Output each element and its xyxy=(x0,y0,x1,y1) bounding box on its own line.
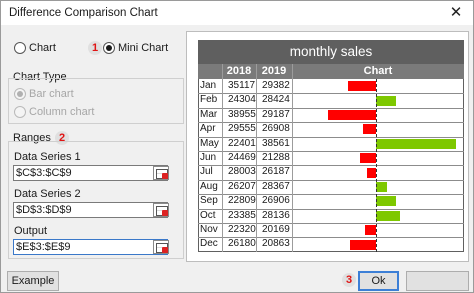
increase-bar xyxy=(376,210,400,221)
value-2018-cell: 38955 xyxy=(228,108,256,120)
output-label: Output xyxy=(14,225,48,237)
decrease-bar xyxy=(360,153,376,164)
value-2019-cell: 29187 xyxy=(262,108,290,120)
value-2018-cell: 22320 xyxy=(228,224,256,235)
value-2019-cell: 28424 xyxy=(262,94,290,106)
column-gridline xyxy=(256,64,257,252)
cancel-button[interactable] xyxy=(406,271,469,291)
ok-button[interactable]: Ok xyxy=(358,271,399,291)
value-2019-cell: 28136 xyxy=(262,209,290,221)
decrease-bar xyxy=(362,124,376,135)
difference-comparison-dialog: Difference Comparison Chart ✕ Chart 1 Mi… xyxy=(0,0,474,293)
decrease-bar xyxy=(347,81,376,92)
header-2018: 2018 xyxy=(222,64,256,79)
column-chart-radio[interactable] xyxy=(14,106,26,118)
value-2018-cell: 28003 xyxy=(228,166,256,178)
series2-input[interactable]: $D$3:$D$9 xyxy=(13,202,168,218)
column-chart-label: Column chart xyxy=(29,106,95,118)
increase-bar xyxy=(376,196,397,207)
header-chart: Chart xyxy=(292,64,464,79)
month-cell: May xyxy=(200,137,219,149)
month-cell: Mar xyxy=(200,108,218,120)
step-badge-1: 1 xyxy=(88,41,102,55)
value-2018-cell: 29555 xyxy=(228,123,256,135)
step-badge-3: 3 xyxy=(342,273,356,287)
value-2019-cell: 26908 xyxy=(262,123,290,135)
value-2018-cell: 23385 xyxy=(228,209,256,221)
month-cell: Oct xyxy=(200,209,216,221)
month-cell: Sep xyxy=(200,195,218,207)
increase-bar xyxy=(376,182,387,192)
value-2018-cell: 26180 xyxy=(228,238,256,250)
month-cell: Aug xyxy=(200,180,218,192)
value-2019-cell: 26187 xyxy=(262,166,290,178)
decrease-bar xyxy=(365,225,376,236)
month-cell: Jun xyxy=(200,152,217,163)
bar-chart-label: Bar chart xyxy=(29,88,74,100)
value-2019-cell: 26906 xyxy=(262,195,290,207)
window-title: Difference Comparison Chart xyxy=(9,7,158,19)
output-input[interactable]: $E$3:$E$9 xyxy=(13,239,168,255)
decrease-bar xyxy=(367,167,376,178)
decrease-bar xyxy=(327,110,376,120)
value-2019-cell: 20863 xyxy=(262,238,290,250)
value-2019-cell: 28367 xyxy=(262,180,290,192)
increase-bar xyxy=(376,95,397,106)
increase-bar xyxy=(376,138,456,149)
header-blank xyxy=(198,64,222,79)
title-bar: Difference Comparison Chart ✕ xyxy=(1,1,473,25)
value-2018-cell: 35117 xyxy=(228,80,256,91)
series1-input[interactable]: $C$3:$C$9 xyxy=(13,165,168,181)
range-picker-icon[interactable] xyxy=(153,240,169,254)
value-2019-cell: 29382 xyxy=(262,80,290,91)
example-button[interactable]: Example xyxy=(7,271,59,291)
value-2018-cell: 26207 xyxy=(228,180,256,192)
value-2018-cell: 22809 xyxy=(228,195,256,207)
value-2019-cell: 38561 xyxy=(262,137,290,149)
header-2019: 2019 xyxy=(256,64,292,79)
preview-sheet: monthly sales 2018 2019 Chart Jan 35117 29… xyxy=(198,40,464,252)
month-cell: Nov xyxy=(200,224,218,235)
value-2018-cell: 24304 xyxy=(228,94,256,106)
bar-chart-radio[interactable] xyxy=(14,88,26,100)
value-2019-cell: 20169 xyxy=(262,224,290,235)
column-gridline xyxy=(222,64,223,252)
month-cell: Feb xyxy=(200,94,218,106)
mini-chart-radio[interactable] xyxy=(103,42,115,54)
month-cell: Jan xyxy=(200,80,217,91)
series1-label: Data Series 1 xyxy=(14,151,81,163)
chart-radio[interactable] xyxy=(14,42,26,54)
month-cell: Jul xyxy=(200,166,213,178)
chart-radio-label[interactable]: Chart xyxy=(29,42,56,54)
month-cell: Dec xyxy=(200,238,218,250)
decrease-bar xyxy=(349,239,376,250)
value-2019-cell: 21288 xyxy=(262,152,290,163)
range-picker-icon[interactable] xyxy=(153,203,169,217)
sheet-title: monthly sales xyxy=(198,40,464,64)
close-icon[interactable]: ✕ xyxy=(447,4,465,22)
column-gridline xyxy=(292,64,293,252)
zero-baseline xyxy=(376,79,377,252)
value-2018-cell: 22401 xyxy=(228,137,256,149)
range-picker-icon[interactable] xyxy=(153,166,169,180)
month-cell: Apr xyxy=(200,123,216,135)
series2-label: Data Series 2 xyxy=(14,188,81,200)
value-2018-cell: 24469 xyxy=(228,152,256,163)
mini-chart-radio-label[interactable]: Mini Chart xyxy=(118,42,168,54)
